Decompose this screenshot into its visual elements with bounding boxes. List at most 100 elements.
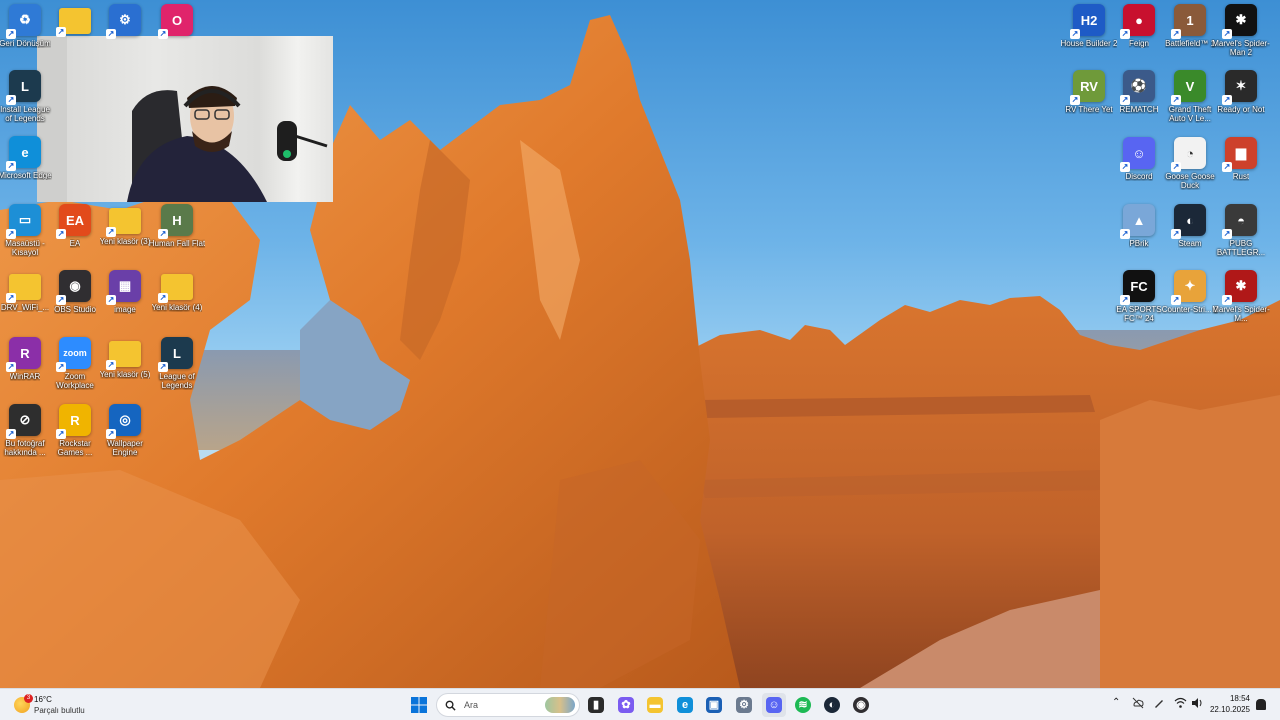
shortcut-arrow-icon: ↗	[56, 362, 66, 372]
ea-fc-icon: FC ↗	[1120, 270, 1155, 305]
desktop-icon-label: WinRAR	[9, 372, 41, 381]
shortcut-arrow-icon: ↗	[158, 29, 168, 39]
taskbar-file-explorer[interactable]: ▬	[643, 693, 667, 717]
taskbar-store[interactable]: ▣	[702, 693, 726, 717]
onedrive-off-icon[interactable]	[1132, 697, 1144, 709]
desktop-icon[interactable]: ◓ ↗ PUBG BATTLEGR...	[1212, 204, 1270, 257]
house-builder-icon: H2 ↗	[1070, 4, 1105, 39]
system-clock[interactable]: 18:54 22.10.2025	[1204, 693, 1250, 715]
desktop-icon-label: EA	[69, 239, 81, 248]
taskbar-settings[interactable]: ⚙	[732, 693, 756, 717]
shortcut-arrow-icon: ↗	[6, 293, 16, 303]
discord-icon: ☺ ↗	[1120, 137, 1155, 172]
desktop-icon-label: League of Legends	[159, 372, 195, 390]
shortcut-arrow-icon: ↗	[158, 293, 168, 303]
pbrik-icon: ▲ ↗	[1120, 204, 1155, 239]
shortcut-arrow-icon: ↗	[106, 360, 116, 370]
desktop-icon[interactable]: ▲ ↗ PBrik	[1110, 204, 1168, 248]
opera-icon: O ↗	[158, 4, 193, 39]
folder-icon: ▬	[647, 697, 663, 713]
desktop-icon-label: EA SPORTS FC™ 24	[1116, 305, 1162, 323]
taskbar-search[interactable]: Ara	[436, 693, 580, 717]
desktop-icon[interactable]: ▦ ↗ image	[96, 270, 154, 314]
shortcut-arrow-icon: ↗	[6, 429, 16, 439]
weather-temp: 16°C	[34, 695, 52, 704]
shortcut-arrow-icon: ↗	[106, 227, 116, 237]
taskbar-task-view[interactable]: ▮	[584, 693, 608, 717]
desktop-icon[interactable]: ✦ ↗ Counter-Stri... 2	[1161, 270, 1219, 314]
shortcut-arrow-icon: ↗	[1222, 229, 1232, 239]
shortcut-arrow-icon: ↗	[1222, 29, 1232, 39]
shortcut-arrow-icon: ↗	[6, 95, 16, 105]
battlefield-icon: 1 ↗	[1171, 4, 1206, 39]
rust-icon: ▆ ↗	[1222, 137, 1257, 172]
desktop-icon[interactable]: 1 ↗ Battlefield™ 1	[1161, 4, 1219, 48]
desktop-icon[interactable]: O ↗	[148, 4, 206, 39]
desktop-icon[interactable]: ⚙ ↗	[96, 4, 154, 39]
desktop-icon-label: Ready or Not	[1217, 105, 1265, 114]
shortcut-arrow-icon: ↗	[1120, 29, 1130, 39]
volume-icon[interactable]	[1191, 697, 1203, 709]
desktop-icon[interactable]: ● ↗ Feign	[1110, 4, 1168, 48]
desktop-icon-label: PBrik	[1129, 239, 1149, 248]
desktop-icon-label: OBS Studio	[54, 305, 96, 314]
discord-icon: ☺	[766, 697, 782, 713]
shortcut-arrow-icon: ↗	[56, 429, 66, 439]
desktop-icon[interactable]: ◔ ↗ Goose Goose Duck	[1161, 137, 1219, 190]
desktop-icon-label: Grand Theft Auto V Le...	[1168, 105, 1212, 123]
settings-app-icon: ⚙ ↗	[106, 4, 141, 39]
search-placeholder: Ara	[464, 700, 479, 710]
rematch-icon: ⚽ ↗	[1120, 70, 1155, 105]
desktop-icon-label: Yeni klasör (3)	[99, 237, 151, 246]
wifi-icon[interactable]	[1174, 697, 1187, 709]
pen-icon[interactable]	[1153, 697, 1165, 709]
folder-icon: ↗	[158, 274, 193, 303]
shortcut-arrow-icon: ↗	[1070, 29, 1080, 39]
league-icon: L ↗	[6, 70, 41, 105]
taskbar-steam[interactable]: ◐	[820, 693, 844, 717]
desktop-icon[interactable]: ↗ Yeni klasör (4)	[148, 270, 206, 312]
desktop-icon-label: Goose Goose Duck	[1165, 172, 1215, 190]
desktop-icon-label: Marvel's Spider-M...	[1212, 305, 1270, 323]
desktop-icon-label: Install League of Legends	[0, 105, 50, 123]
human-fall-flat-icon: H ↗	[158, 204, 193, 239]
tray-overflow-chevron-icon[interactable]: ⌃	[1112, 697, 1120, 708]
desktop-icon[interactable]: L ↗ League of Legends	[148, 337, 206, 390]
desktop-icon[interactable]: L ↗ Install League of Legends	[0, 70, 54, 123]
recycle-bin-icon: ♻ ↗	[6, 4, 41, 39]
counter-strike-icon: ✦ ↗	[1171, 270, 1206, 305]
taskbar-spotify[interactable]: ≋	[791, 693, 815, 717]
taskbar-copilot[interactable]: ✿	[614, 693, 638, 717]
spiderman-icon: ✱ ↗	[1222, 4, 1257, 39]
desktop-icon[interactable]: V ↗ Grand Theft Auto V Le...	[1161, 70, 1219, 123]
desktop-icon[interactable]: ☺ ↗ Discord	[1110, 137, 1168, 181]
weather-widget[interactable]: 3 16°C Parçalı bulutlu	[10, 693, 120, 717]
about-photo-icon: ⊘ ↗	[6, 404, 41, 439]
taskbar: 3 16°C Parçalı bulutlu Ara ▮ ✿ ▬ e ▣ ⚙ ☺ ≋ ◐ ◉ ⌃ …	[0, 688, 1280, 720]
desktop-icon[interactable]: H ↗ Human Fall Flat	[148, 204, 206, 248]
desktop-icon[interactable]: FC ↗ EA SPORTS FC™ 24	[1110, 270, 1168, 323]
shortcut-arrow-icon: ↗	[1171, 229, 1181, 239]
desktop-icon[interactable]: ✱ ↗ Marvel's Spider-M...	[1212, 270, 1270, 323]
desktop-icon[interactable]: ✶ ↗ Ready or Not	[1212, 70, 1270, 114]
desktop-icon-label: Yeni klasör (4)	[151, 303, 203, 312]
shortcut-arrow-icon: ↗	[158, 229, 168, 239]
desktop-icon[interactable]: ⚽ ↗ REMATCH	[1110, 70, 1168, 114]
webcam-overlay	[37, 36, 333, 202]
taskbar-obs[interactable]: ◉	[849, 693, 873, 717]
desktop-icon[interactable]: ✱ ↗ Marvel's Spider-Man 2	[1212, 4, 1270, 57]
desktop-icon[interactable]: ↗ Yeni klasör (5)	[96, 337, 154, 379]
desktop-icon-label: House Builder 2	[1060, 39, 1118, 48]
desktop-icon-label: Microsoft Edge	[0, 171, 52, 180]
desktop-icon[interactable]: ◐ ↗ Steam	[1161, 204, 1219, 248]
taskbar-discord[interactable]: ☺	[762, 693, 786, 717]
taskbar-edge[interactable]: e	[673, 693, 697, 717]
desktop-icon-label: Yeni klasör (5)	[99, 370, 151, 379]
desktop-icon[interactable]: e ↗ Microsoft Edge	[0, 136, 54, 180]
notification-bell-icon[interactable]	[1256, 699, 1266, 710]
clock-date: 22.10.2025	[1209, 705, 1250, 714]
start-button[interactable]	[407, 693, 431, 717]
desktop-icon[interactable]: ↗ Yeni klasör (3)	[96, 204, 154, 246]
desktop-icon[interactable]: ◎ ↗ Wallpaper Engine	[96, 404, 154, 457]
desktop-icon[interactable]: ▆ ↗ Rust	[1212, 137, 1270, 181]
